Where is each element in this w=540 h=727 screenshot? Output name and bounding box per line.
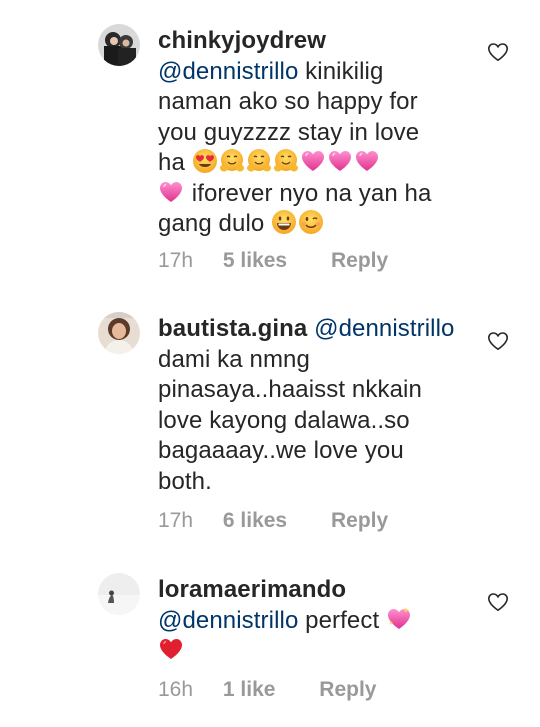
mention-link[interactable]: @dennistrillo [314, 315, 454, 342]
reply-button[interactable]: Reply [319, 678, 376, 702]
avatar[interactable] [98, 24, 140, 66]
comment-text: love kayong dalawa..so [158, 406, 410, 434]
pink-heart-emoji-icon [300, 148, 326, 174]
comment-username[interactable]: bautista.gina [158, 315, 307, 342]
avatar[interactable] [98, 312, 140, 354]
comment-timestamp: 16h [158, 678, 194, 701]
like-heart-icon[interactable] [487, 42, 509, 62]
hugging-emoji-icon [219, 148, 245, 174]
comment-text: bagaaaay..we love you [158, 437, 404, 464]
comment-text: ha [158, 149, 192, 176]
reply-button[interactable]: Reply [331, 509, 388, 533]
likes-count-link[interactable]: 6 likes [223, 509, 287, 533]
reply-button[interactable]: Reply [331, 249, 388, 273]
comment-username[interactable]: loramaerimando [158, 576, 346, 603]
sparkling-heart-emoji-icon [386, 606, 412, 632]
like-heart-icon[interactable] [487, 331, 509, 351]
comment-text: perfect [298, 606, 386, 634]
pink-heart-emoji-icon [158, 179, 184, 205]
red-heart-emoji-icon [158, 636, 184, 662]
pink-heart-emoji-icon [327, 148, 353, 174]
mention-link[interactable]: @dennistrillo [158, 607, 298, 634]
likes-count-link[interactable]: 1 like [223, 678, 276, 702]
comment-text: dami ka nmng [158, 345, 310, 373]
comment-text: iforever nyo na yan ha [185, 179, 432, 207]
comment-text: you guyzzzz stay in love [158, 118, 420, 146]
winking-emoji-icon [298, 209, 324, 235]
comment-text: both. [158, 467, 212, 495]
heart-eyes-emoji-icon [192, 148, 218, 174]
grinning-emoji-icon [271, 209, 297, 235]
like-heart-icon[interactable] [487, 592, 509, 612]
mention-link[interactable]: @dennistrillo [158, 58, 298, 85]
comment-timestamp: 17h [158, 249, 194, 272]
hugging-emoji-icon [246, 148, 272, 174]
comment-timestamp: 17h [158, 509, 194, 532]
comment-text: kinikilig [298, 57, 384, 85]
comment-text: gang dulo [158, 210, 272, 237]
likes-count-link[interactable]: 5 likes [223, 249, 287, 273]
comment-text: naman ako so happy for [158, 88, 418, 115]
comment-username[interactable]: chinkyjoydrew [158, 27, 326, 54]
avatar[interactable] [98, 573, 140, 615]
comment-text: pinasaya..haaisst nkkain [158, 376, 422, 403]
pink-heart-emoji-icon [354, 148, 380, 174]
hugging-emoji-icon [273, 148, 299, 174]
